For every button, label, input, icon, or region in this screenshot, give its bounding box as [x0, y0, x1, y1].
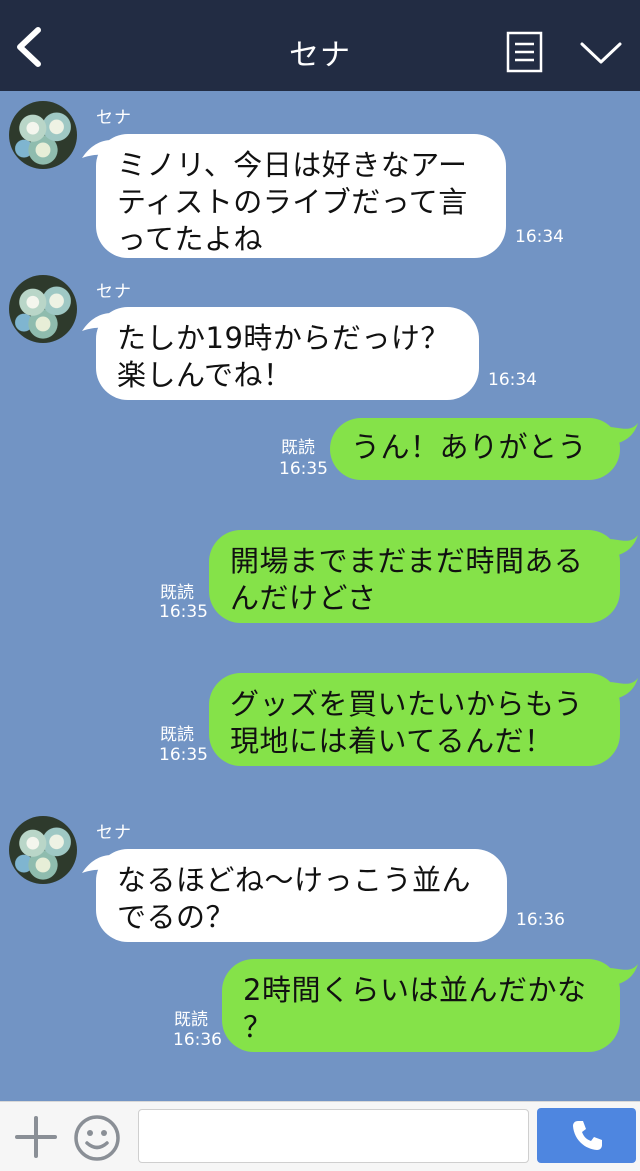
message-time: 16:36	[173, 1030, 222, 1050]
menu-button[interactable]	[578, 38, 624, 68]
notes-button[interactable]	[506, 31, 544, 73]
read-receipt: 既読	[174, 1010, 208, 1030]
bubble-tail	[608, 678, 638, 700]
call-button[interactable]	[537, 1108, 636, 1163]
message-bubble-incoming[interactable]: たしか19時からだっけ？ 楽しんでね！	[96, 307, 479, 400]
sender-name: セナ	[96, 823, 132, 843]
bubble-tail	[608, 535, 638, 557]
read-receipt: 既読	[160, 583, 194, 603]
bubble-tail	[608, 423, 638, 445]
read-receipt: 既読	[281, 438, 315, 458]
avatar[interactable]	[9, 275, 77, 343]
chevron-down-icon	[580, 42, 622, 64]
message-time: 16:35	[159, 602, 208, 622]
message-time: 16:36	[516, 910, 565, 930]
message-time: 16:35	[159, 745, 208, 765]
message-bubble-outgoing[interactable]: 開場までまだまだ時間ある んだけどさ	[209, 530, 620, 623]
composer-bar	[0, 1101, 640, 1171]
message-bubble-incoming[interactable]: ミノリ、今日は好きなアー ティストのライブだって言 ってたよね	[96, 134, 506, 258]
message-time: 16:35	[279, 459, 328, 479]
chat-title: セナ	[289, 38, 351, 73]
avatar[interactable]	[9, 816, 77, 884]
smiley-icon	[74, 1115, 120, 1161]
message-bubble-outgoing[interactable]: うん！ありがとう	[330, 418, 620, 480]
note-icon	[506, 31, 543, 73]
read-receipt: 既読	[160, 725, 194, 745]
chat-header: セナ	[0, 0, 640, 91]
sender-name: セナ	[96, 108, 132, 128]
message-bubble-incoming[interactable]: なるほどね〜けっこう並ん でるの？	[96, 849, 507, 942]
message-time: 16:34	[488, 370, 537, 390]
emoji-button[interactable]	[73, 1114, 121, 1162]
plus-icon	[15, 1116, 57, 1158]
message-list[interactable]: セナ ミノリ、今日は好きなアー ティストのライブだって言 ってたよね 16:34…	[0, 91, 640, 1101]
phone-icon	[572, 1120, 602, 1150]
message-input[interactable]	[138, 1109, 529, 1163]
message-time: 16:34	[515, 227, 564, 247]
add-attachment-button[interactable]	[14, 1115, 58, 1159]
avatar[interactable]	[9, 101, 77, 169]
sender-name: セナ	[96, 282, 132, 302]
message-bubble-outgoing[interactable]: 2時間くらいは並んだかな ？	[222, 959, 620, 1052]
bubble-tail	[608, 964, 638, 986]
message-bubble-outgoing[interactable]: グッズを買いたいからもう 現地には着いてるんだ！	[209, 673, 620, 766]
